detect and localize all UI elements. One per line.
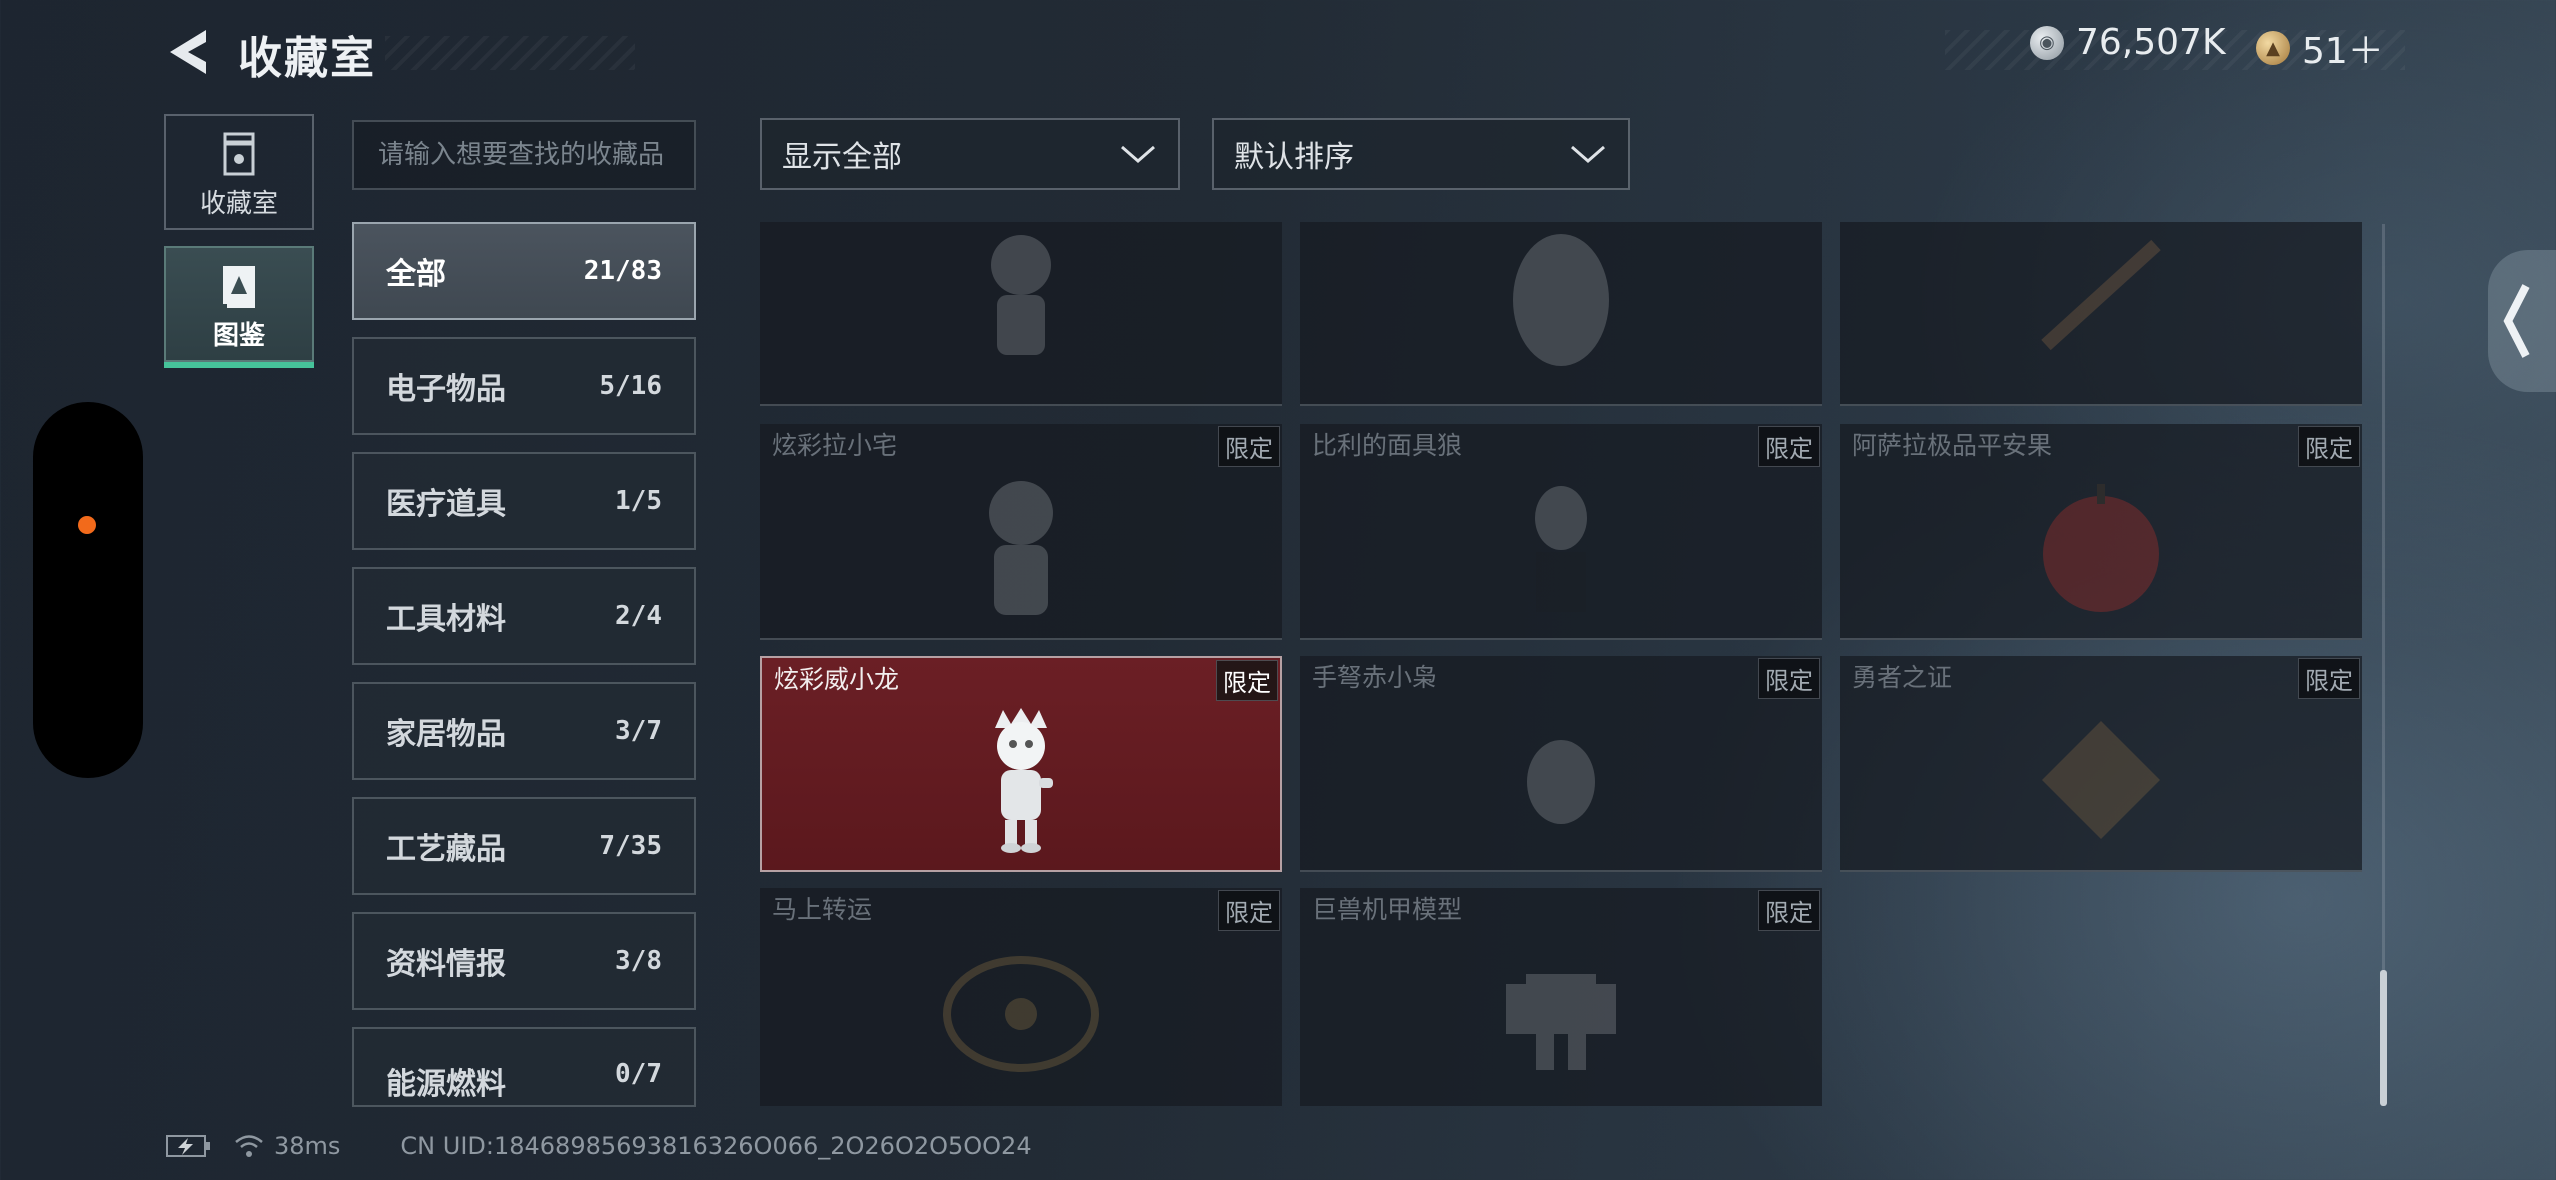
collection-item-card[interactable]: 巨兽机甲模型 限定: [1300, 888, 1822, 1106]
item-name: 阿萨拉极品平安果: [1852, 431, 2053, 460]
filter-dropdown[interactable]: 显示全部: [760, 118, 1180, 190]
owl-icon: [1527, 740, 1595, 825]
category-count: 2/4: [615, 601, 662, 631]
limited-badge: 限定: [1218, 426, 1280, 467]
limited-badge: 限定: [1758, 890, 1820, 931]
limited-badge: 限定: [1218, 890, 1280, 931]
dragon-figure-icon: [995, 707, 1053, 853]
collection-grid: 炫彩拉小宅 限定 比利的面具狼 限定 阿萨拉极品平安果 限定 炫彩威小龙 限定 …: [760, 222, 2370, 1106]
collection-item-card[interactable]: 马上转运 限定: [760, 888, 1282, 1106]
item-name: 炫彩拉小宅: [772, 431, 898, 460]
category-label: 家居物品: [386, 717, 506, 752]
sort-dropdown[interactable]: 默认排序: [1212, 118, 1630, 190]
item-name: 炫彩威小龙: [774, 665, 900, 694]
silver-coin-icon: ◉: [2030, 25, 2064, 60]
item-name: 手弩赤小枭: [1312, 663, 1438, 692]
egg-icon: [1513, 233, 1609, 366]
category-count: 0/7: [615, 1059, 662, 1089]
gold-coin-icon: ▲: [2256, 31, 2290, 65]
limited-badge: 限定: [1216, 660, 1278, 701]
category-count: 7/35: [599, 831, 662, 861]
category-count: 5/16: [599, 371, 662, 401]
category-label: 资料情报: [386, 947, 506, 982]
back-button[interactable]: [162, 24, 218, 80]
atlas-book-icon: [223, 266, 255, 308]
category-label: 工具材料: [386, 602, 506, 637]
item-name: 勇者之证: [1852, 663, 1953, 692]
category-household[interactable]: 家居物品 3/7: [352, 682, 696, 780]
category-intel[interactable]: 资料情报 3/8: [352, 912, 696, 1010]
category-label: 医疗道具: [386, 487, 506, 522]
collection-item-card[interactable]: [1300, 222, 1822, 406]
nav-atlas[interactable]: 图鉴: [164, 246, 314, 368]
collection-item-card[interactable]: [760, 222, 1282, 406]
grid-scrollbar-thumb[interactable]: [2380, 970, 2387, 1106]
sort-dropdown-label: 默认排序: [1234, 140, 1354, 175]
category-all[interactable]: 全部 21/83: [352, 222, 696, 320]
category-crafts[interactable]: 工艺藏品 7/35: [352, 797, 696, 895]
chevron-down-icon: [1571, 145, 1605, 163]
category-label: 电子物品: [386, 372, 506, 407]
category-label: 工艺藏品: [386, 832, 506, 867]
ping-value: 38ms: [274, 1132, 341, 1160]
collection-item-card-owned[interactable]: 炫彩威小龙 限定: [760, 656, 1282, 872]
back-arrow-icon: [170, 30, 206, 74]
currency-silver: ◉ 76,507K: [2030, 22, 2226, 63]
category-medical[interactable]: 医疗道具 1/5: [352, 452, 696, 550]
indicator-dot: [78, 516, 96, 534]
category-electronics[interactable]: 电子物品 5/16: [352, 337, 696, 435]
category-label: 能源燃料: [386, 1067, 506, 1102]
chevron-left-icon: [2503, 284, 2530, 358]
collection-item-card[interactable]: 阿萨拉极品平安果 限定: [1840, 424, 2362, 640]
limited-badge: 限定: [1758, 426, 1820, 467]
status-bar: 38ms CN UID:18468985693816326O066_2O26O2…: [166, 1128, 1032, 1164]
category-label: 全部: [386, 257, 446, 292]
rod-icon: [2041, 239, 2161, 350]
collection-item-card[interactable]: [1840, 222, 2362, 406]
coin-medal-icon: [943, 956, 1099, 1073]
wifi-icon: [235, 1135, 263, 1157]
apple-icon: [2043, 484, 2159, 613]
nav-collection-room[interactable]: 收藏室: [164, 114, 314, 230]
mask-icon: [1535, 486, 1587, 613]
nav-collection-label: 收藏室: [199, 189, 278, 219]
battery-charging-icon: [166, 1135, 210, 1157]
limited-badge: 限定: [2298, 426, 2360, 467]
category-tools[interactable]: 工具材料 2/4: [352, 567, 696, 665]
figure-icon: [991, 234, 1051, 355]
title-decoration: [385, 36, 635, 70]
active-underline: [164, 362, 314, 368]
nav-atlas-label: 图鉴: [212, 321, 265, 351]
mech-icon: [1506, 974, 1616, 1071]
user-uid: CN UID:18468985693816326O066_2O26O2O5OO2…: [400, 1132, 1032, 1160]
collection-item-card[interactable]: 炫彩拉小宅 限定: [760, 424, 1282, 640]
limited-badge: 限定: [2298, 658, 2360, 699]
search-input[interactable]: [352, 120, 696, 190]
category-count: 21/83: [583, 256, 662, 286]
item-name: 比利的面具狼: [1312, 431, 1463, 460]
category-count: 3/8: [615, 946, 662, 976]
gold-amount: 51＋: [2302, 31, 2384, 72]
limited-badge: 限定: [1758, 658, 1820, 699]
side-drawer-handle[interactable]: [2488, 250, 2556, 392]
badge-icon: [2042, 721, 2160, 840]
floating-side-pill[interactable]: [33, 402, 143, 778]
currency-gold[interactable]: ▲ 51＋: [2256, 22, 2384, 74]
filter-dropdown-label: 显示全部: [782, 140, 902, 175]
figure-icon: [989, 481, 1053, 616]
collection-item-card[interactable]: 手弩赤小枭 限定: [1300, 656, 1822, 872]
category-energy[interactable]: 能源燃料 0/7: [352, 1027, 696, 1107]
item-name: 巨兽机甲模型: [1312, 895, 1463, 924]
trophy-case-icon: [223, 132, 255, 176]
item-name: 马上转运: [772, 895, 873, 924]
chevron-down-icon: [1121, 145, 1155, 163]
category-count: 3/7: [615, 716, 662, 746]
collection-item-card[interactable]: 比利的面具狼 限定: [1300, 424, 1822, 640]
page-title: 收藏室: [238, 33, 376, 84]
collection-item-card[interactable]: 勇者之证 限定: [1840, 656, 2362, 872]
silver-amount: 76,507K: [2076, 22, 2226, 63]
category-count: 1/5: [615, 486, 662, 516]
